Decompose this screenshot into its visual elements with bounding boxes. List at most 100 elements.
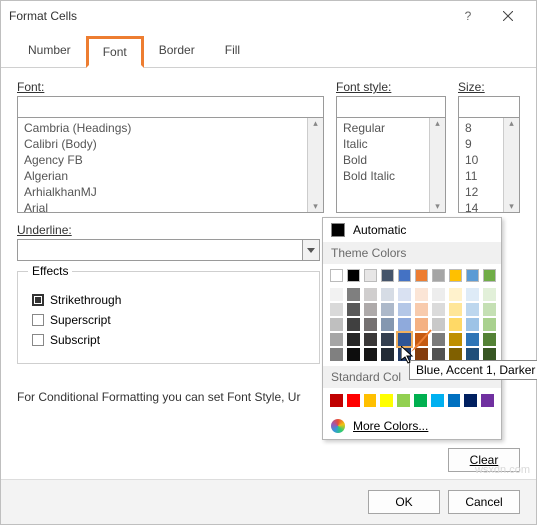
color-swatch[interactable]	[381, 333, 394, 346]
color-swatch[interactable]	[364, 318, 377, 331]
color-swatch[interactable]	[483, 288, 496, 301]
color-swatch[interactable]	[347, 348, 360, 361]
color-swatch[interactable]	[397, 394, 410, 407]
color-swatch[interactable]	[415, 288, 428, 301]
underline-select[interactable]	[17, 239, 302, 261]
close-icon	[503, 11, 513, 21]
color-swatch[interactable]	[398, 288, 411, 301]
list-item[interactable]: Algerian	[20, 168, 321, 184]
color-swatch[interactable]	[432, 288, 445, 301]
color-swatch[interactable]	[464, 394, 477, 407]
color-swatch[interactable]	[330, 348, 343, 361]
tab-number[interactable]: Number	[13, 36, 86, 68]
close-button[interactable]	[488, 1, 528, 31]
color-swatch[interactable]	[483, 269, 496, 282]
color-swatch[interactable]	[364, 288, 377, 301]
size-input[interactable]	[458, 96, 520, 118]
color-swatch[interactable]	[449, 333, 462, 346]
color-swatch[interactable]	[364, 348, 377, 361]
color-swatch[interactable]	[432, 318, 445, 331]
color-swatch[interactable]	[347, 333, 360, 346]
fontstyle-input[interactable]	[336, 96, 446, 118]
color-swatch[interactable]	[431, 394, 444, 407]
color-swatch[interactable]	[381, 348, 394, 361]
color-swatch[interactable]	[347, 394, 360, 407]
color-swatch[interactable]	[380, 394, 393, 407]
color-swatch[interactable]	[432, 269, 445, 282]
color-swatch[interactable]	[347, 303, 360, 316]
chevron-down-icon	[307, 248, 315, 253]
color-swatch[interactable]	[466, 288, 479, 301]
color-swatch[interactable]	[415, 269, 428, 282]
color-swatch[interactable]	[381, 303, 394, 316]
color-swatch[interactable]	[398, 318, 411, 331]
color-swatch[interactable]	[330, 318, 343, 331]
subscript-label: Subscript	[50, 333, 100, 347]
color-swatch[interactable]	[330, 394, 343, 407]
color-swatch[interactable]	[398, 333, 411, 346]
color-swatch[interactable]	[449, 303, 462, 316]
list-item[interactable]: Arial	[20, 200, 321, 213]
tab-font[interactable]: Font	[86, 36, 144, 68]
color-swatch[interactable]	[432, 333, 445, 346]
color-swatch[interactable]	[449, 318, 462, 331]
color-swatch[interactable]	[415, 318, 428, 331]
color-swatch[interactable]	[415, 333, 428, 346]
list-item[interactable]: Bold	[339, 152, 443, 168]
ok-button[interactable]: OK	[368, 490, 440, 514]
color-swatch[interactable]	[330, 269, 343, 282]
color-swatch[interactable]	[415, 303, 428, 316]
color-swatch[interactable]	[364, 394, 377, 407]
color-swatch[interactable]	[330, 303, 343, 316]
color-swatch[interactable]	[481, 394, 494, 407]
color-swatch[interactable]	[330, 288, 343, 301]
color-swatch[interactable]	[398, 303, 411, 316]
color-swatch[interactable]	[483, 303, 496, 316]
cancel-button[interactable]: Cancel	[448, 490, 520, 514]
color-swatch[interactable]	[381, 318, 394, 331]
scrollbar[interactable]: ▴▾	[429, 118, 445, 212]
color-swatch[interactable]	[483, 318, 496, 331]
color-swatch[interactable]	[381, 288, 394, 301]
color-swatch[interactable]	[347, 269, 360, 282]
color-swatch[interactable]	[449, 269, 462, 282]
color-swatch[interactable]	[466, 269, 479, 282]
color-swatch[interactable]	[381, 269, 394, 282]
list-item[interactable]: Cambria (Headings)	[20, 120, 321, 136]
color-swatch[interactable]	[466, 333, 479, 346]
superscript-checkbox[interactable]: Superscript	[32, 313, 309, 327]
strikethrough-checkbox[interactable]: Strikethrough	[32, 293, 309, 307]
color-swatch[interactable]	[398, 269, 411, 282]
list-item[interactable]: Italic	[339, 136, 443, 152]
color-swatch[interactable]	[432, 303, 445, 316]
list-item[interactable]: ArhialkhanMJ	[20, 184, 321, 200]
font-list[interactable]: Cambria (Headings) Calibri (Body) Agency…	[18, 118, 323, 213]
color-swatch[interactable]	[466, 318, 479, 331]
color-swatch[interactable]	[483, 333, 496, 346]
color-swatch[interactable]	[414, 394, 427, 407]
color-swatch[interactable]	[364, 333, 377, 346]
scrollbar[interactable]: ▴▾	[503, 118, 519, 212]
subscript-checkbox[interactable]: Subscript	[32, 333, 309, 347]
color-swatch[interactable]	[347, 318, 360, 331]
font-input[interactable]	[17, 96, 324, 118]
color-swatch[interactable]	[364, 269, 377, 282]
help-button[interactable]: ?	[448, 1, 488, 31]
list-item[interactable]: Agency FB	[20, 152, 321, 168]
color-swatch[interactable]	[364, 303, 377, 316]
color-automatic[interactable]: Automatic	[323, 218, 501, 242]
color-swatch[interactable]	[330, 333, 343, 346]
color-swatch[interactable]	[449, 288, 462, 301]
list-item[interactable]: Bold Italic	[339, 168, 443, 184]
color-swatch[interactable]	[466, 303, 479, 316]
underline-label: Underline:	[17, 223, 320, 237]
underline-dropdown-button[interactable]	[302, 239, 320, 261]
color-swatch[interactable]	[347, 288, 360, 301]
list-item[interactable]: Regular	[339, 120, 443, 136]
scrollbar[interactable]: ▴▾	[307, 118, 323, 212]
tab-fill[interactable]: Fill	[210, 36, 255, 68]
color-swatch[interactable]	[448, 394, 461, 407]
list-item[interactable]: Calibri (Body)	[20, 136, 321, 152]
tab-border[interactable]: Border	[144, 36, 210, 68]
more-colors[interactable]: More Colors...	[323, 413, 501, 439]
